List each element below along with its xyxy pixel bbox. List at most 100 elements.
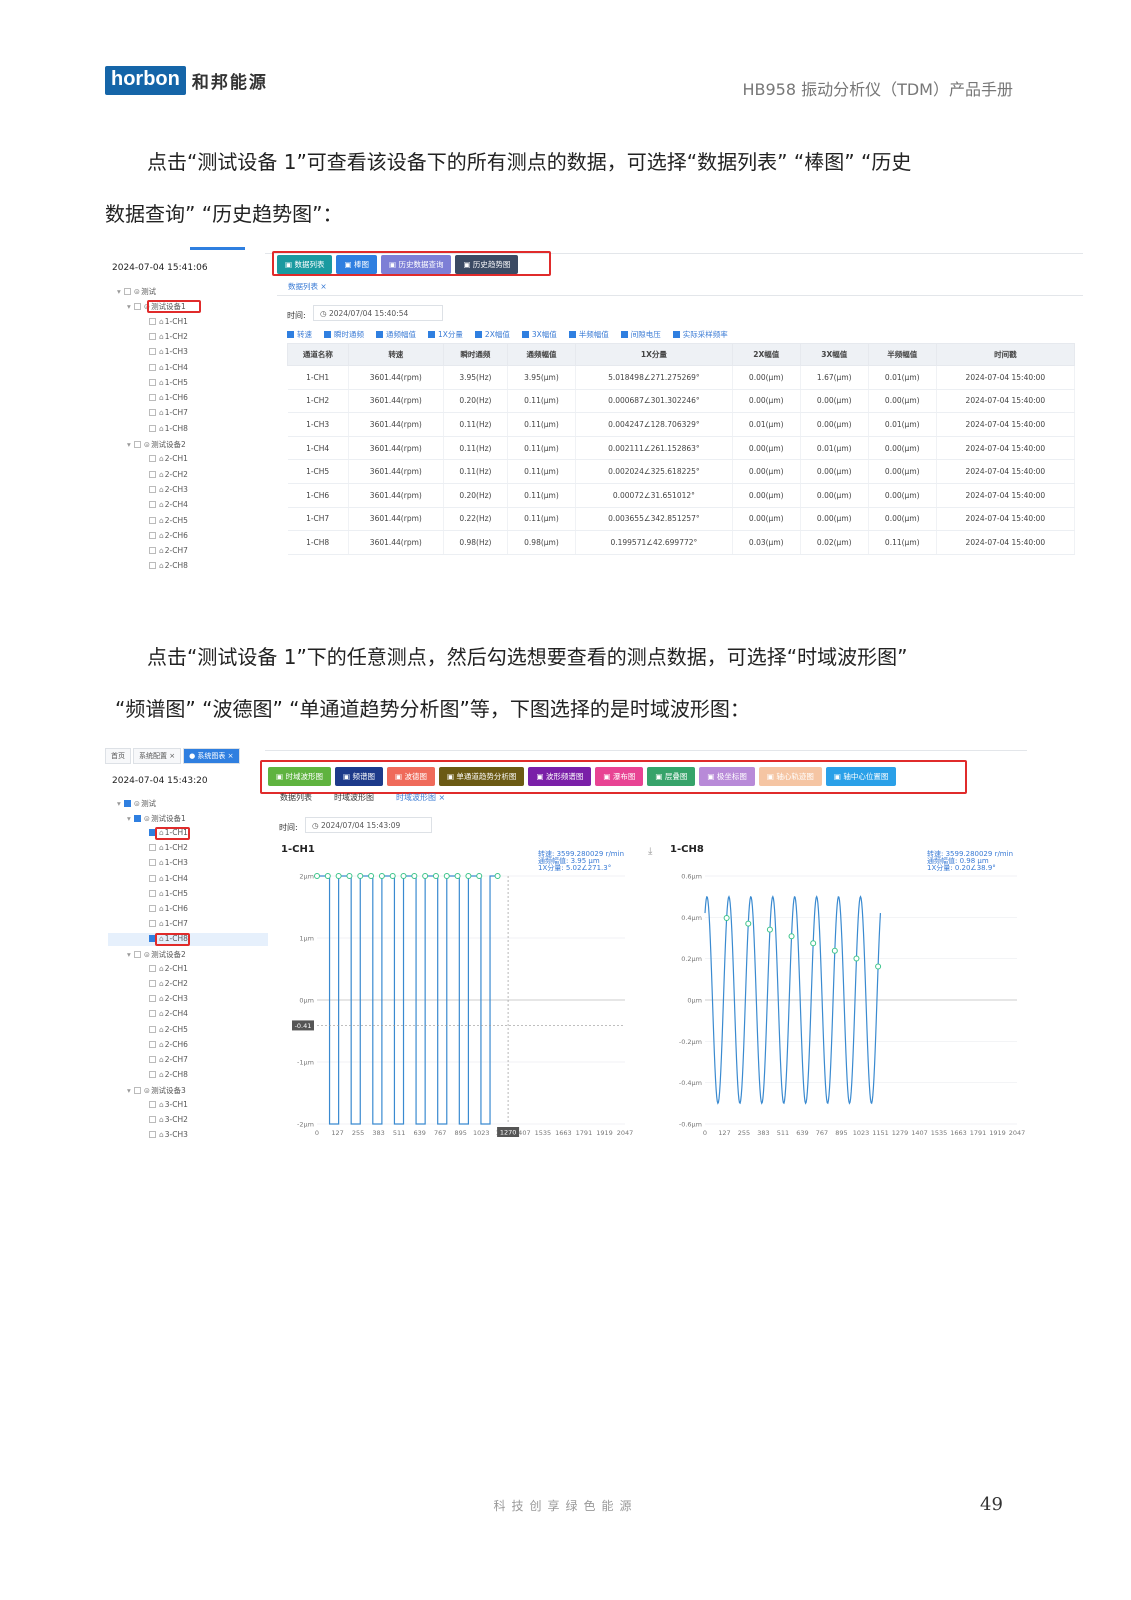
caret-down-icon[interactable]: ▾ bbox=[127, 302, 131, 311]
tree-checkbox[interactable] bbox=[149, 394, 156, 402]
metric-checkbox-label: 3X幅值 bbox=[531, 330, 557, 339]
tree-checkbox[interactable] bbox=[149, 317, 156, 325]
tree-node[interactable]: ⌂ 1-CH1 bbox=[149, 317, 188, 326]
tree-node[interactable]: ⌂ 2-CH7 bbox=[149, 546, 188, 555]
column-header: 通频幅值 bbox=[506, 343, 576, 366]
tab-data-list[interactable]: 数据列表 × bbox=[288, 281, 327, 292]
tree-node[interactable]: ⌂ 2-CH1 bbox=[149, 454, 188, 463]
metric-checkbox[interactable]: 瞬时通频 bbox=[324, 329, 364, 340]
x-tick-label: 2047 bbox=[617, 1129, 634, 1137]
tree-node[interactable]: ⌂ 2-CH3 bbox=[149, 485, 188, 494]
tree-node[interactable]: ▾ ⊜ 测试 bbox=[117, 286, 156, 297]
checkbox-box[interactable] bbox=[376, 331, 383, 338]
column-header: 瞬时通频 bbox=[442, 343, 508, 366]
table-cell: 3.95(μm) bbox=[507, 365, 576, 390]
tree-node[interactable]: ⌂ 2-CH5 bbox=[149, 516, 188, 525]
table-row: 1-CH3 3601.44(rpm) 0.11(Hz) 0.11(μm) 0.00424… bbox=[287, 412, 1076, 437]
tree-checkbox[interactable] bbox=[149, 455, 156, 463]
checkbox-box[interactable] bbox=[568, 331, 576, 338]
metric-checkbox[interactable]: 1X分量 bbox=[428, 329, 463, 340]
table-cell: 0.01(μm) bbox=[868, 365, 937, 390]
tree-checkbox[interactable] bbox=[149, 424, 156, 432]
tree-checkbox[interactable] bbox=[149, 409, 156, 417]
tree-checkbox[interactable] bbox=[123, 288, 131, 295]
checkbox-box[interactable] bbox=[474, 331, 482, 338]
data-point-marker bbox=[357, 873, 364, 879]
checkbox-box[interactable] bbox=[324, 331, 331, 338]
sensor-icon: ⌂ bbox=[159, 408, 164, 418]
tree-node[interactable]: ⌂ 2-CH4 bbox=[149, 500, 188, 509]
tree-checkbox[interactable] bbox=[149, 470, 156, 478]
tree-checkbox[interactable] bbox=[149, 378, 156, 386]
checkbox-box[interactable] bbox=[428, 331, 435, 338]
column-header: 半频幅值 bbox=[867, 343, 937, 366]
tree-checkbox[interactable] bbox=[149, 485, 156, 493]
table-row: 1-CH6 3601.44(rpm) 0.20(Hz) 0.11(μm) 0.00072… bbox=[287, 483, 1076, 508]
tree-node[interactable]: ⌂ 1-CH6 bbox=[149, 393, 188, 402]
checkbox-box[interactable] bbox=[287, 331, 294, 338]
x-tick-label: 1535 bbox=[535, 1129, 552, 1137]
metric-checkbox-label: 通频幅值 bbox=[386, 330, 416, 339]
table-cell: 0.11(μm) bbox=[507, 412, 576, 437]
chart-info-label: 1X分量: 5.02∠271.3° bbox=[538, 863, 611, 872]
checkbox-box[interactable] bbox=[620, 331, 628, 338]
tree-checkbox[interactable] bbox=[149, 547, 156, 555]
tree-checkbox[interactable] bbox=[149, 562, 156, 569]
chart-info-label: 1X分量: 0.20∠38.9° bbox=[927, 863, 996, 872]
table-cell: 2024-07-04 15:40:00 bbox=[936, 459, 1076, 484]
table-cell: 0.003655∠342.851257° bbox=[575, 507, 733, 532]
y-tick-label: 1μm bbox=[299, 935, 314, 943]
table-cell: 1-CH5 bbox=[287, 459, 349, 484]
tree-node[interactable]: ⌂ 1-CH7 bbox=[149, 408, 188, 417]
data-point-marker bbox=[400, 873, 407, 879]
checkbox-box[interactable] bbox=[521, 331, 529, 338]
tree-checkbox[interactable] bbox=[149, 332, 156, 340]
tree-node[interactable]: ▾ ⊜ 测试设备2 bbox=[127, 439, 186, 450]
tree-checkbox[interactable] bbox=[149, 516, 156, 524]
table-cell: 2024-07-04 15:40:00 bbox=[936, 436, 1076, 461]
metric-checkbox[interactable]: 实际采样频率 bbox=[672, 329, 728, 340]
tree-checkbox[interactable] bbox=[149, 348, 156, 356]
metric-checkbox[interactable]: 半频幅值 bbox=[568, 329, 609, 340]
x-tick-label: 2047 bbox=[1009, 1129, 1026, 1137]
highlight-device1 bbox=[147, 300, 201, 313]
table-cell: 0.11(Hz) bbox=[443, 436, 508, 461]
data-point-marker bbox=[745, 920, 752, 927]
time-picker[interactable]: ◷ 2024/07/04 15:40:54 bbox=[313, 305, 443, 321]
table-cell: 0.00(μm) bbox=[868, 459, 937, 484]
tree-node[interactable]: ⌂ 1-CH2 bbox=[149, 332, 188, 341]
x-tick-label: 511 bbox=[393, 1129, 405, 1137]
table-cell: 1-CH1 bbox=[287, 365, 349, 390]
caret-down-icon[interactable]: ▾ bbox=[117, 287, 121, 296]
x-tick-label: 639 bbox=[796, 1129, 808, 1137]
tree-node-label: 2-CH4 bbox=[164, 500, 188, 510]
y-tick-label: -0.6μm bbox=[679, 1121, 702, 1129]
metric-checkbox[interactable]: 3X幅值 bbox=[521, 329, 557, 340]
tree-node[interactable]: ⌂ 1-CH4 bbox=[149, 363, 188, 372]
sensor-icon: ⌂ bbox=[159, 347, 164, 357]
metric-checkbox[interactable]: 通频幅值 bbox=[376, 329, 416, 340]
table-cell: 0.20(Hz) bbox=[443, 389, 508, 414]
tree-checkbox[interactable] bbox=[149, 363, 156, 371]
tree-checkbox[interactable] bbox=[133, 441, 141, 448]
tree-node[interactable]: ⌂ 2-CH8 bbox=[149, 561, 188, 569]
tree-checkbox[interactable] bbox=[149, 531, 156, 539]
caret-down-icon[interactable]: ▾ bbox=[127, 440, 131, 449]
tree-node[interactable]: ⌂ 1-CH3 bbox=[149, 347, 188, 356]
metric-checkbox[interactable]: 2X幅值 bbox=[474, 329, 510, 340]
metric-checkbox[interactable]: 转速 bbox=[287, 329, 312, 340]
checkbox-box[interactable] bbox=[672, 331, 680, 338]
tree-node[interactable]: ⌂ 1-CH5 bbox=[149, 378, 188, 387]
tree-node-label: 测试 bbox=[141, 287, 157, 296]
table-cell: 0.02(μm) bbox=[800, 530, 869, 555]
tree-checkbox[interactable] bbox=[133, 303, 141, 311]
x-tick-label: 383 bbox=[757, 1129, 769, 1137]
tree-node[interactable]: ⌂ 2-CH6 bbox=[149, 531, 188, 540]
metric-checkbox[interactable]: 间隙电压 bbox=[620, 329, 661, 340]
tree-node[interactable]: ⌂ 2-CH2 bbox=[149, 470, 188, 479]
table-cell: 0.98(μm) bbox=[507, 530, 576, 555]
cursor-x-label: 1270 bbox=[500, 1129, 517, 1137]
tree-node[interactable]: ⌂ 1-CH8 bbox=[149, 424, 188, 433]
tree-checkbox[interactable] bbox=[149, 501, 156, 509]
table-cell: 1-CH3 bbox=[287, 412, 349, 437]
